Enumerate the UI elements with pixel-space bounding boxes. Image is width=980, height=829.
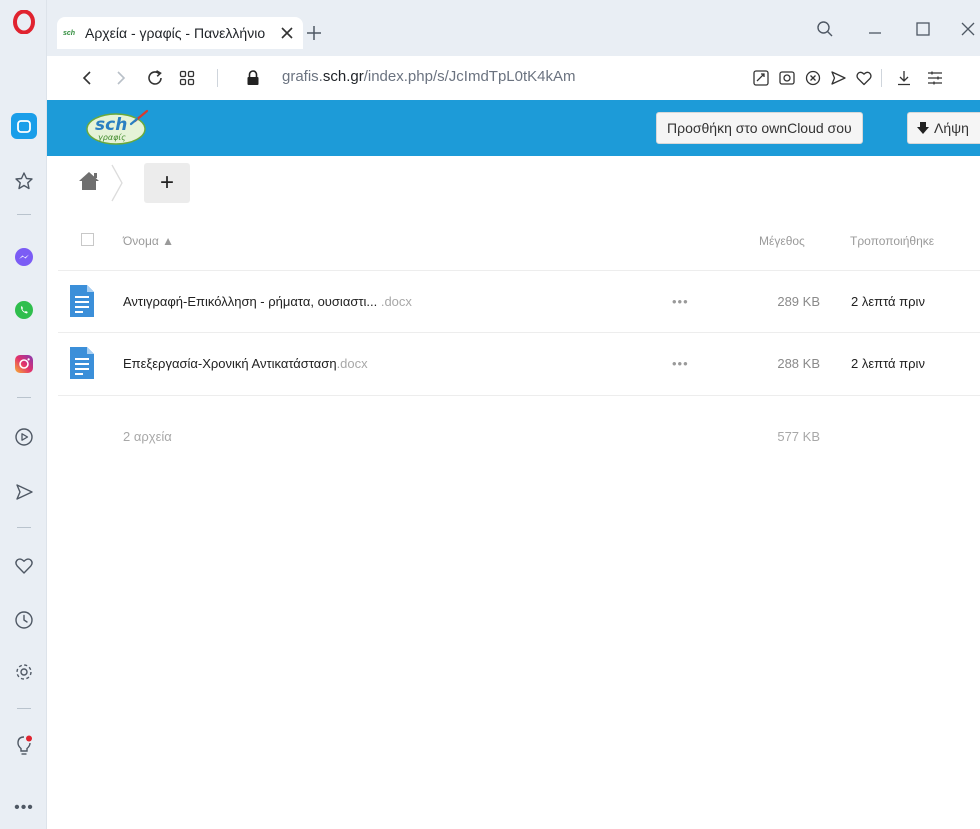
file-name[interactable]: Αντιγραφή-Επικόλληση - ρήματα, ουσιαστι.… [123, 294, 412, 309]
lock-icon[interactable] [239, 64, 267, 92]
close-window-icon[interactable] [953, 14, 980, 44]
send-to-flow-icon[interactable] [827, 67, 849, 89]
messenger-icon[interactable] [11, 244, 37, 270]
url-domain: sch.gr [322, 68, 364, 85]
sidebar-divider [17, 214, 31, 215]
download-label: Λήψη [934, 120, 969, 136]
whatsapp-icon[interactable] [11, 297, 37, 323]
file-extension: .docx [336, 356, 368, 371]
settings-icon[interactable] [11, 659, 37, 685]
tab-strip: sch Αρχεία - γραφίς - Πανελλήνιο [47, 0, 980, 56]
new-item-button[interactable]: + [144, 163, 190, 203]
file-row[interactable]: Αντιγραφή-Επικόλληση - ρήματα, ουσιαστι.… [58, 270, 980, 332]
file-name-base: Αντιγραφή-Επικόλληση - ρήματα, ουσιαστι.… [123, 294, 381, 309]
file-extension: .docx [380, 294, 412, 309]
easy-setup-icon[interactable] [750, 67, 772, 89]
files-count: 2 αρχεία [123, 429, 172, 444]
file-name[interactable]: Επεξεργασία-Χρονική Αντικατάσταση.docx [123, 356, 368, 371]
column-header-size[interactable]: Μέγεθος [759, 234, 805, 248]
forward-icon[interactable] [107, 64, 135, 92]
file-modified: 2 λεπτά πριν [851, 356, 925, 371]
breadcrumb-separator-icon [111, 164, 123, 202]
sidebar-divider [17, 527, 31, 528]
file-name-base: Επεξεργασία-Χρονική Αντικατάσταση [123, 356, 337, 371]
browser-sidebar: ••• [0, 0, 47, 829]
bookmarks-icon[interactable] [11, 168, 37, 194]
tab-active[interactable]: sch Αρχεία - γραφίς - Πανελλήνιο [57, 17, 303, 49]
adblock-icon[interactable] [802, 67, 824, 89]
file-modified: 2 λεπτά πριν [851, 294, 925, 309]
file-size: 289 KB [777, 294, 820, 309]
add-to-pinboard-icon[interactable] [853, 67, 875, 89]
opera-logo-icon[interactable] [13, 10, 35, 34]
file-size: 288 KB [777, 356, 820, 371]
download-arrow-icon [917, 122, 929, 134]
select-all-checkbox[interactable] [81, 233, 94, 246]
address-divider [217, 69, 218, 87]
back-icon[interactable] [73, 64, 101, 92]
file-row[interactable]: Επεξεργασία-Χρονική Αντικατάσταση.docx •… [58, 332, 980, 394]
maximize-icon[interactable] [908, 14, 938, 44]
player-icon[interactable] [11, 424, 37, 450]
history-icon[interactable] [11, 607, 37, 633]
url-path: /index.php/s/JcImdTpL0tK4kAm [363, 68, 576, 85]
column-header-modified[interactable]: Τροποποιήθηκε [850, 234, 934, 248]
pinboard-icon[interactable] [11, 553, 37, 579]
sch-grafis-logo[interactable]: sch γραφίς [85, 109, 151, 147]
tab-favicon-icon: sch [63, 29, 76, 37]
flow-icon[interactable] [11, 479, 37, 505]
home-icon[interactable] [11, 113, 37, 139]
easy-setup-menu-icon[interactable] [924, 67, 946, 89]
tab-title: Αρχεία - γραφίς - Πανελλήνιο [85, 25, 266, 41]
files-summary: 2 αρχεία 577 KB [58, 395, 980, 455]
more-icon[interactable]: ••• [11, 795, 37, 821]
owncloud-header: sch γραφίς Προσθήκη στο ownCloud σου Λήψ… [47, 100, 980, 156]
file-actions-menu-icon[interactable]: ••• [672, 356, 689, 371]
document-icon [70, 285, 94, 317]
document-icon [70, 347, 94, 379]
svg-text:sch: sch [95, 115, 127, 135]
file-actions-menu-icon[interactable]: ••• [672, 294, 689, 309]
reload-icon[interactable] [141, 64, 169, 92]
address-bar: grafis.sch.gr/index.php/s/JcImdTpL0tK4kA… [47, 56, 980, 100]
tab-close-icon[interactable] [277, 23, 297, 43]
home-folder-icon[interactable] [78, 170, 100, 192]
add-to-owncloud-button[interactable]: Προσθήκη στο ownCloud σου [656, 112, 863, 144]
url-prefix: grafis. [282, 68, 323, 85]
sidebar-divider [17, 397, 31, 398]
instagram-icon[interactable] [11, 351, 37, 377]
column-header-name[interactable]: Όνομα ▲ [123, 234, 174, 248]
snapshot-icon[interactable] [776, 67, 798, 89]
files-total-size: 577 KB [777, 429, 820, 444]
speed-dial-icon[interactable] [173, 64, 201, 92]
sidebar-divider [17, 708, 31, 709]
address-divider [881, 69, 882, 87]
new-tab-icon[interactable] [303, 22, 325, 44]
url-field[interactable]: grafis.sch.gr/index.php/s/JcImdTpL0tK4kA… [282, 68, 575, 85]
search-tabs-icon[interactable] [810, 14, 840, 44]
svg-text:γραφίς: γραφίς [98, 133, 126, 142]
lucid-mode-icon[interactable] [11, 733, 37, 759]
download-icon[interactable] [893, 67, 915, 89]
minimize-icon[interactable] [860, 14, 890, 44]
download-button[interactable]: Λήψη [907, 112, 980, 144]
